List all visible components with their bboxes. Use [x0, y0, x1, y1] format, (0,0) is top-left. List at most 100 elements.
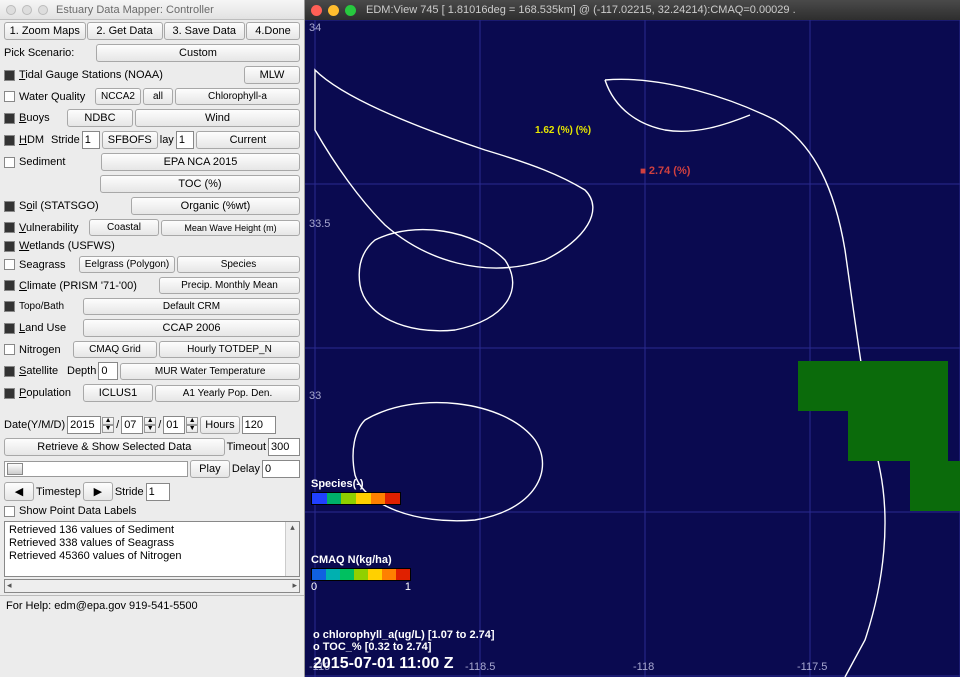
topo-a[interactable]: Default CRM	[83, 298, 300, 315]
sg-a[interactable]: Eelgrass (Polygon)	[79, 256, 175, 273]
vuln-check[interactable]	[4, 222, 15, 233]
hdm-lay-input[interactable]	[176, 131, 194, 149]
stride-label: Stride	[115, 486, 144, 498]
nit-check[interactable]	[4, 344, 15, 355]
hdm-stride-input[interactable]	[82, 131, 100, 149]
play-slider[interactable]	[4, 461, 188, 477]
save-data-tab[interactable]: 3. Save Data	[164, 22, 246, 40]
retrieve-button[interactable]: Retrieve & Show Selected Data	[4, 438, 225, 456]
date-year[interactable]	[67, 416, 101, 434]
delay-input[interactable]	[262, 460, 300, 478]
nit-b[interactable]: Hourly TOTDEP_N	[159, 341, 300, 358]
soil-label: Soil (STATSGO)	[19, 200, 129, 212]
sat-check[interactable]	[4, 366, 15, 377]
sed-label: Sediment	[19, 156, 99, 168]
month-down[interactable]: ▼	[144, 425, 156, 433]
clim-a[interactable]: Precip. Monthly Mean	[159, 277, 300, 294]
sed-b[interactable]: TOC (%)	[100, 175, 300, 193]
step-back-button[interactable]: ◀	[4, 482, 34, 501]
wq-b[interactable]: all	[143, 88, 173, 105]
buoy-a[interactable]: NDBC	[67, 109, 133, 127]
vuln-b[interactable]: Mean Wave Height (m)	[161, 220, 300, 236]
wq-a[interactable]: NCCA2	[95, 88, 141, 105]
wet-check[interactable]	[4, 241, 15, 252]
controller-panel: Estuary Data Mapper: Controller 1. Zoom …	[0, 0, 305, 677]
date-day[interactable]	[163, 416, 185, 434]
nit-a[interactable]: CMAQ Grid	[73, 341, 157, 358]
sat-depth-input[interactable]	[98, 362, 118, 380]
day-up[interactable]: ▲	[186, 417, 198, 425]
get-data-tab[interactable]: 2. Get Data	[87, 22, 163, 40]
scenario-select[interactable]: Custom	[96, 44, 300, 62]
pop-b[interactable]: A1 Yearly Pop. Den.	[155, 385, 300, 402]
topo-check[interactable]	[4, 301, 15, 312]
timestep-label: Timestep	[36, 486, 81, 498]
showlabels-check[interactable]	[4, 506, 15, 517]
delay-label: Delay	[232, 463, 260, 475]
cmaq-cell	[898, 411, 948, 461]
buoy-b[interactable]: Wind	[135, 109, 300, 127]
xtick: -117.5	[797, 661, 827, 673]
hdm-check[interactable]	[4, 135, 15, 146]
topo-label: Topo/Bath	[19, 301, 81, 312]
map-window-controls[interactable]	[311, 5, 356, 16]
timeout-input[interactable]	[268, 438, 300, 456]
scenario-label: Pick Scenario:	[4, 47, 94, 59]
wet-label: Wetlands (USFWS)	[19, 240, 115, 252]
step-fwd-button[interactable]: ▶	[83, 482, 113, 501]
year-up[interactable]: ▲	[102, 417, 114, 425]
hdm-c[interactable]: Current	[196, 131, 300, 149]
day-down[interactable]: ▼	[186, 425, 198, 433]
buoy-label: Buoys	[19, 112, 65, 124]
pop-label: Population	[19, 387, 81, 399]
log-line: Retrieved 136 values of Sediment	[9, 524, 295, 537]
log-vscroll[interactable]: ▴	[285, 522, 299, 576]
vuln-label: Vulnerability	[19, 222, 87, 234]
map-titlebar: EDM:View 745 [ 1.81016deg = 168.535km] @…	[305, 0, 960, 20]
pop-check[interactable]	[4, 388, 15, 399]
wq-c[interactable]: Chlorophyll-a	[175, 88, 300, 105]
clim-check[interactable]	[4, 280, 15, 291]
log-panel: Retrieved 136 values of Sediment Retriev…	[4, 521, 300, 577]
buoy-check[interactable]	[4, 113, 15, 124]
map-canvas[interactable]: 1.62 (%) (%) ■ 2.74 (%) 34 33.5 33 -119 …	[305, 20, 960, 677]
lu-check[interactable]	[4, 323, 15, 334]
sed-check[interactable]	[4, 157, 15, 168]
sat-a[interactable]: MUR Water Temperature	[120, 363, 300, 380]
sg-check[interactable]	[4, 259, 15, 270]
hours-button[interactable]: Hours	[200, 416, 239, 434]
hdm-label: HDM	[19, 134, 49, 146]
wq-check[interactable]	[4, 91, 15, 102]
month-up[interactable]: ▲	[144, 417, 156, 425]
done-tab[interactable]: 4.Done	[246, 22, 300, 40]
hours-input[interactable]	[242, 416, 276, 434]
timeout-label: Timeout	[227, 441, 266, 453]
sg-b[interactable]: Species	[177, 256, 300, 273]
soil-a[interactable]: Organic (%wt)	[131, 197, 300, 215]
tidal-opt[interactable]: MLW	[244, 66, 300, 84]
cmaq-legend: CMAQ N(kg/ha) 01	[311, 554, 411, 593]
ytick: 33	[309, 390, 321, 402]
map-window: EDM:View 745 [ 1.81016deg = 168.535km] @…	[305, 0, 960, 677]
hdm-lay-label: lay	[160, 134, 174, 146]
date-month[interactable]	[121, 416, 143, 434]
year-down[interactable]: ▼	[102, 425, 114, 433]
pop-a[interactable]: ICLUS1	[83, 384, 153, 402]
date-label: Date(Y/M/D)	[4, 419, 65, 431]
soil-check[interactable]	[4, 201, 15, 212]
help-footer: For Help: edm@epa.gov 919-541-5500	[0, 595, 304, 616]
log-hscroll[interactable]: ◂▸	[4, 579, 300, 593]
play-button[interactable]: Play	[190, 460, 230, 478]
zoom-maps-tab[interactable]: 1. Zoom Maps	[4, 22, 86, 40]
lu-a[interactable]: CCAP 2006	[83, 319, 300, 337]
vuln-a[interactable]: Coastal	[89, 219, 159, 236]
stride-input[interactable]	[146, 483, 170, 501]
cmaq-cell	[848, 411, 898, 461]
hdm-src[interactable]: SFBOFS	[102, 131, 158, 149]
hdm-stride-label: Stride	[51, 134, 80, 146]
map-footer: o chlorophyll_a(ug/L) [1.07 to 2.74] o T…	[305, 625, 503, 677]
sed-a[interactable]: EPA NCA 2015	[101, 153, 300, 171]
tidal-check[interactable]	[4, 70, 15, 81]
cmaq-cell	[798, 361, 848, 411]
window-controls[interactable]	[6, 5, 48, 15]
